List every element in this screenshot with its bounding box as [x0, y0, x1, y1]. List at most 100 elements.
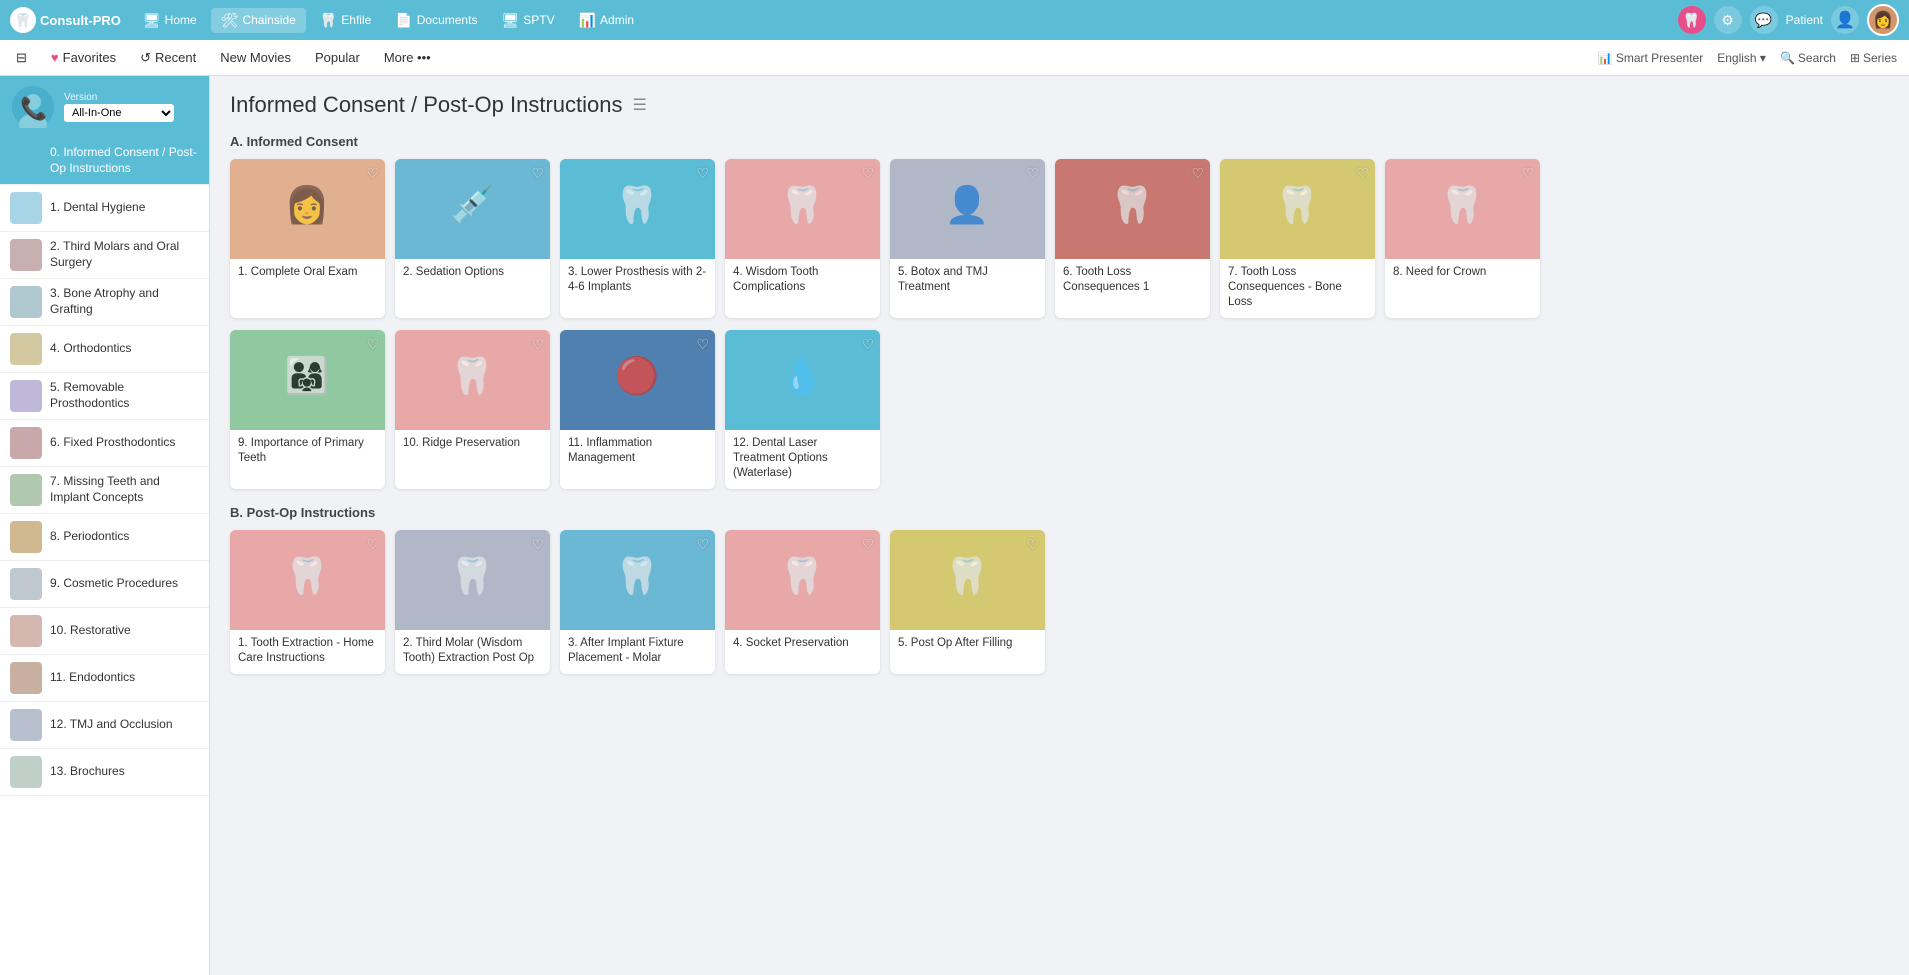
sidebar-label-0: 0. Informed Consent / Post-Op Instructio… — [50, 145, 199, 176]
card-heart-12[interactable]: ♡ — [861, 336, 874, 353]
card-heart-4[interactable]: ♡ — [861, 536, 874, 553]
subnav-popular[interactable]: Popular — [311, 46, 364, 69]
language-btn[interactable]: English ▾ — [1717, 51, 1766, 65]
tooth-btn[interactable]: 🦷 — [1678, 6, 1706, 34]
sidebar-item-1[interactable]: 1. Dental Hygiene — [0, 185, 209, 232]
nav-admin[interactable]: 📊 Admin — [569, 8, 644, 33]
sidebar-thumb-2 — [10, 239, 42, 271]
avatar[interactable]: 👩 — [1867, 4, 1899, 36]
sidebar-item-2[interactable]: 2. Third Molars and Oral Surgery — [0, 232, 209, 279]
card-6[interactable]: ♡🦷6. Tooth Loss Consequences 1 — [1055, 159, 1210, 318]
nav-sptv[interactable]: 🖥 SPTV — [491, 8, 564, 33]
card-heart-9[interactable]: ♡ — [366, 336, 379, 353]
svg-text:🦷: 🦷 — [450, 555, 495, 596]
card-label-7: 7. Tooth Loss Consequences - Bone Loss — [1220, 259, 1375, 318]
subnav-more[interactable]: More ••• — [380, 46, 435, 69]
sidebar-item-12[interactable]: 12. TMJ and Occlusion — [0, 702, 209, 749]
card-8[interactable]: ♡🦷8. Need for Crown — [1385, 159, 1540, 318]
main-layout: 📞 Version All-In-One 0. Informed Consent… — [0, 76, 1909, 975]
card-thumb-1: ♡🦷 — [230, 530, 385, 630]
card-heart-5[interactable]: ♡ — [1026, 536, 1039, 553]
card-7[interactable]: ♡🦷7. Tooth Loss Consequences - Bone Loss — [1220, 159, 1375, 318]
card-label-4: 4. Wisdom Tooth Complications — [725, 259, 880, 303]
card-9[interactable]: ♡👨‍👩‍👧9. Importance of Primary Teeth — [230, 330, 385, 489]
content-header: Informed Consent / Post-Op Instructions … — [230, 92, 1889, 118]
svg-text:💉: 💉 — [450, 184, 495, 225]
nav-home[interactable]: 🖥 Home — [133, 8, 207, 33]
card-heart-5[interactable]: ♡ — [1026, 165, 1039, 182]
card-3[interactable]: ♡🦷3. Lower Prosthesis with 2-4-6 Implant… — [560, 159, 715, 318]
subnav-favorites[interactable]: ♥ Favorites — [47, 46, 120, 69]
sidebar-item-8[interactable]: 8. Periodontics — [0, 514, 209, 561]
card-heart-10[interactable]: ♡ — [531, 336, 544, 353]
card-heart-11[interactable]: ♡ — [696, 336, 709, 353]
card-label-5: 5. Botox and TMJ Treatment — [890, 259, 1045, 303]
card-11[interactable]: ♡🔴11. Inflammation Management — [560, 330, 715, 489]
sidebar-item-7[interactable]: 7. Missing Teeth and Implant Concepts — [0, 467, 209, 514]
card-heart-3[interactable]: ♡ — [696, 165, 709, 182]
sidebar-item-3[interactable]: 3. Bone Atrophy and Grafting — [0, 279, 209, 326]
subnav-recent[interactable]: ↺ Recent — [136, 46, 200, 70]
card-label-3: 3. Lower Prosthesis with 2-4-6 Implants — [560, 259, 715, 303]
card-5[interactable]: ♡🦷5. Post Op After Filling — [890, 530, 1045, 674]
card-thumb-7: ♡🦷 — [1220, 159, 1375, 259]
card-2[interactable]: ♡🦷2. Third Molar (Wisdom Tooth) Extracti… — [395, 530, 550, 674]
card-heart-1[interactable]: ♡ — [366, 165, 379, 182]
nav-efile[interactable]: 🦷 Ehfile — [310, 8, 381, 33]
card-1[interactable]: ♡👩1. Complete Oral Exam — [230, 159, 385, 318]
chat-btn[interactable]: 💬 — [1750, 6, 1778, 34]
card-10[interactable]: ♡🦷10. Ridge Preservation — [395, 330, 550, 489]
card-heart-2[interactable]: ♡ — [531, 165, 544, 182]
user-icon-btn[interactable]: 👤 — [1831, 6, 1859, 34]
subnav-filter[interactable]: ⊟ — [12, 46, 31, 70]
card-label-8: 8. Need for Crown — [1385, 259, 1540, 288]
card-thumb-4: ♡🦷 — [725, 530, 880, 630]
card-heart-8[interactable]: ♡ — [1521, 165, 1534, 182]
svg-text:🦷: 🦷 — [780, 555, 825, 596]
card-3[interactable]: ♡🦷3. After Implant Fixture Placement - M… — [560, 530, 715, 674]
sidebar-item-6[interactable]: 6. Fixed Prosthodontics — [0, 420, 209, 467]
subnav-new-movies[interactable]: New Movies — [216, 46, 295, 69]
card-heart-3[interactable]: ♡ — [696, 536, 709, 553]
sidebar-item-10[interactable]: 10. Restorative — [0, 608, 209, 655]
card-1[interactable]: ♡🦷1. Tooth Extraction - Home Care Instru… — [230, 530, 385, 674]
sidebar-label-5: 5. Removable Prosthodontics — [50, 380, 199, 411]
svg-text:👤: 👤 — [945, 184, 990, 225]
sidebar-item-9[interactable]: 9. Cosmetic Procedures — [0, 561, 209, 608]
series-btn[interactable]: ⊞ Series — [1850, 51, 1897, 65]
card-4[interactable]: ♡🦷4. Socket Preservation — [725, 530, 880, 674]
card-4[interactable]: ♡🦷4. Wisdom Tooth Complications — [725, 159, 880, 318]
card-2[interactable]: ♡💉2. Sedation Options — [395, 159, 550, 318]
svg-text:🦷: 🦷 — [615, 555, 660, 596]
sidebar-thumb-5 — [10, 380, 42, 412]
nav-chainside[interactable]: 🛠 Chainside — [211, 8, 306, 33]
card-heart-2[interactable]: ♡ — [531, 536, 544, 553]
search-btn[interactable]: 🔍 Search — [1780, 51, 1836, 65]
card-heart-7[interactable]: ♡ — [1356, 165, 1369, 182]
sidebar-thumb-0 — [10, 145, 42, 177]
card-heart-4[interactable]: ♡ — [861, 165, 874, 182]
menu-icon[interactable]: ☰ — [633, 95, 647, 115]
sidebar-item-13[interactable]: 13. Brochures — [0, 749, 209, 796]
sidebar-item-4[interactable]: 4. Orthodontics — [0, 326, 209, 373]
nav-documents[interactable]: 📄 Documents — [385, 8, 487, 33]
card-thumb-2: ♡💉 — [395, 159, 550, 259]
chainside-icon: 🛠 — [221, 12, 239, 29]
card-label-6: 6. Tooth Loss Consequences 1 — [1055, 259, 1210, 303]
version-select[interactable]: All-In-One — [64, 104, 174, 122]
smart-presenter-btn[interactable]: 📊 Smart Presenter — [1598, 51, 1703, 65]
share-btn[interactable]: ⚙ — [1714, 6, 1742, 34]
card-12[interactable]: ♡💧12. Dental Laser Treatment Options (Wa… — [725, 330, 880, 489]
card-5[interactable]: ♡ 👤 5. Botox and TMJ Treatment — [890, 159, 1045, 318]
card-thumb-11: ♡🔴 — [560, 330, 715, 430]
sidebar-item-0[interactable]: 0. Informed Consent / Post-Op Instructio… — [0, 138, 209, 185]
card-heart-6[interactable]: ♡ — [1191, 165, 1204, 182]
sidebar-item-5[interactable]: 5. Removable Prosthodontics — [0, 373, 209, 420]
sub-nav: ⊟ ♥ Favorites ↺ Recent New Movies Popula… — [0, 40, 1909, 76]
sidebar-item-11[interactable]: 11. Endodontics — [0, 655, 209, 702]
card-heart-1[interactable]: ♡ — [366, 536, 379, 553]
card-thumb-6: ♡🦷 — [1055, 159, 1210, 259]
logo[interactable]: 🦷 Consult-PRO — [10, 7, 121, 33]
series-icon: ⊞ — [1850, 51, 1860, 65]
sidebar-label-9: 9. Cosmetic Procedures — [50, 576, 178, 592]
